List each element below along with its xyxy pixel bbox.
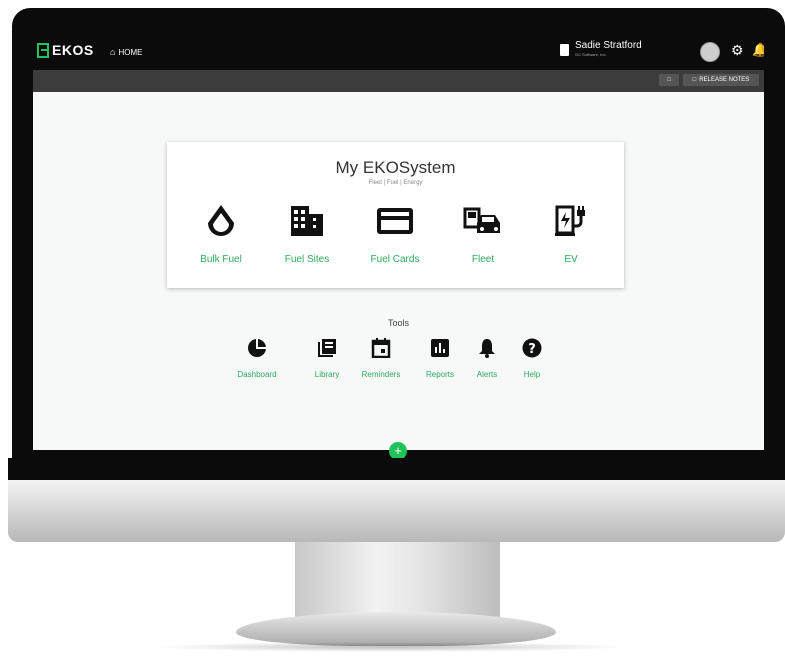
library-icon [318, 339, 336, 357]
card-icon [377, 208, 413, 234]
module-label: Fleet [471, 254, 495, 265]
tool-reports[interactable]: Reports [416, 336, 464, 379]
svg-text:?: ? [528, 342, 536, 357]
module-label: Fuel Sites [284, 254, 330, 265]
release-notes-icon: □ [692, 77, 697, 83]
module-label: Fuel Cards [370, 254, 420, 265]
building-icon [291, 206, 323, 236]
release-notes-button[interactable]: □ RELEASE NOTES [683, 74, 759, 86]
pie-chart-icon [248, 339, 266, 357]
home-icon: ⌂ [110, 47, 116, 57]
drop-icon [208, 205, 234, 236]
release-notes-label: RELEASE NOTES [699, 77, 750, 83]
stand-shadow [150, 642, 630, 652]
app-screen: EKOS ⌂ HOME Sadie Stratford GC Software,… [33, 36, 764, 462]
notification-bell-icon[interactable]: 🔔 [752, 42, 764, 58]
tool-alerts[interactable]: Alerts [463, 336, 511, 379]
tool-help[interactable]: ? Help [508, 336, 556, 379]
user-name: Sadie Stratford [575, 40, 642, 51]
ev-charger-icon [555, 205, 585, 236]
home-link[interactable]: ⌂ HOME [110, 47, 142, 57]
tools-title: Tools [387, 318, 409, 328]
tool-library[interactable]: Library [303, 336, 351, 379]
user-info[interactable]: Sadie Stratford GC Software, Inc. [560, 40, 642, 57]
user-org: GC Software, Inc. [575, 52, 607, 57]
tool-label: Dashboard [237, 370, 277, 379]
module-ev[interactable]: EV [531, 202, 611, 265]
video-icon: □ [667, 77, 671, 83]
ekosystem-subtitle: Fleet | Fuel | Energy [368, 180, 423, 186]
logo[interactable]: EKOS [37, 42, 94, 58]
module-fuel-cards[interactable]: Fuel Cards [355, 202, 435, 265]
module-bulk-fuel[interactable]: Bulk Fuel [181, 202, 261, 265]
home-label: HOME [118, 47, 143, 57]
tool-label: Reminders [361, 370, 401, 379]
document-icon [560, 44, 569, 56]
monitor-bottom-bezel [8, 458, 785, 482]
monitor-stand-base [236, 612, 556, 646]
module-fuel-sites[interactable]: Fuel Sites [267, 202, 347, 265]
avatar[interactable] [700, 42, 720, 62]
video-button[interactable]: □ [659, 74, 679, 86]
sub-toolbar: □ □ RELEASE NOTES [33, 70, 764, 92]
ekosystem-title: My EKOSystem [335, 158, 456, 177]
module-label: EV [564, 254, 578, 265]
tool-label: Reports [425, 370, 454, 379]
tool-dashboard[interactable]: Dashboard [233, 336, 281, 379]
top-navbar: EKOS ⌂ HOME Sadie Stratford GC Software,… [33, 36, 764, 70]
bell-icon [479, 339, 495, 358]
monitor-chin [8, 480, 785, 542]
help-icon: ? [522, 338, 542, 358]
logo-text: EKOS [52, 42, 94, 58]
tool-reminders[interactable]: Reminders [357, 336, 405, 379]
module-label: Bulk Fuel [200, 254, 242, 265]
tool-label: Help [523, 370, 541, 379]
bar-chart-icon [431, 339, 449, 357]
car-pump-icon [463, 207, 500, 233]
ekosystem-card: My EKOSystem Fleet | Fuel | Energy Bulk … [167, 142, 624, 288]
tool-label: Alerts [476, 370, 498, 379]
gear-icon[interactable]: ⚙ [731, 42, 744, 59]
module-fleet[interactable]: Fleet [443, 202, 523, 265]
logo-mark-icon [37, 42, 49, 58]
tool-label: Library [314, 370, 340, 379]
monitor-stand-neck [295, 542, 500, 622]
calendar-icon [371, 338, 391, 358]
